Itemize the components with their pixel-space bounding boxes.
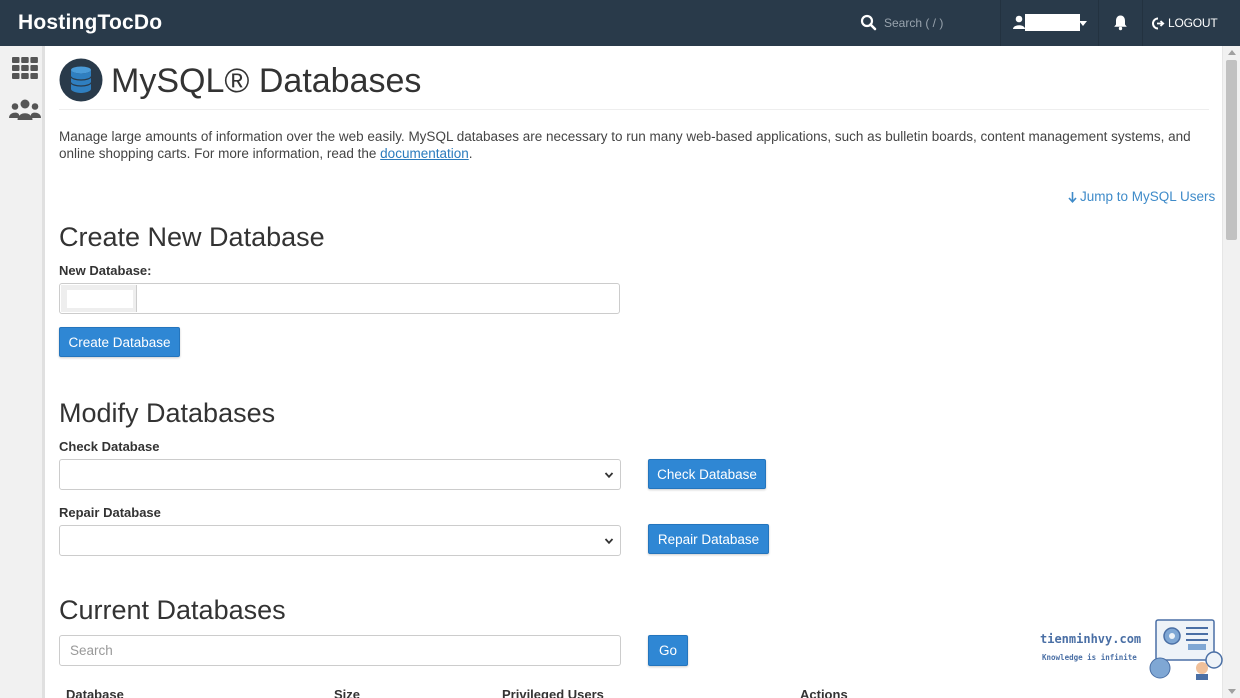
bell-icon[interactable] <box>1112 14 1129 31</box>
page-scrollbar[interactable] <box>1222 46 1240 698</box>
watermark-site: tienminhvy.com <box>1040 632 1142 646</box>
divider <box>1000 0 1001 46</box>
search-icon <box>860 14 877 31</box>
left-sidebar <box>0 46 45 698</box>
arrow-down-icon <box>1068 191 1077 203</box>
header-search-input[interactable] <box>884 13 994 33</box>
chevron-down-icon <box>604 472 614 479</box>
column-header-size[interactable]: Size <box>334 687 360 698</box>
scroll-down-icon[interactable] <box>1228 689 1236 694</box>
go-button[interactable]: Go <box>648 635 688 666</box>
create-database-button[interactable]: Create Database <box>59 327 180 357</box>
chevron-down-icon <box>1079 21 1087 26</box>
repair-database-label: Repair Database <box>59 505 161 520</box>
chevron-down-icon <box>604 538 614 545</box>
database-prefix <box>61 285 137 312</box>
header-search[interactable] <box>858 12 998 34</box>
logout-label: LOGOUT <box>1168 16 1218 30</box>
database-search-field[interactable] <box>59 635 621 666</box>
prefix-redacted <box>67 290 133 308</box>
scroll-thumb[interactable] <box>1226 60 1237 240</box>
users-group-icon[interactable] <box>9 98 41 122</box>
database-search-input[interactable] <box>70 643 620 658</box>
description-end: . <box>468 146 473 161</box>
apps-grid-icon[interactable] <box>12 57 38 79</box>
description-text: Manage large amounts of information over… <box>59 129 1191 161</box>
user-icon <box>1013 15 1025 29</box>
database-icon <box>59 58 103 102</box>
page-description: Manage large amounts of information over… <box>59 128 1209 162</box>
top-bar: HostingTocDo LOGOUT <box>0 0 1240 46</box>
check-database-select[interactable] <box>59 459 621 490</box>
user-name-redacted <box>1025 14 1080 31</box>
documentation-link[interactable]: documentation <box>380 146 469 161</box>
column-header-database[interactable]: Database <box>66 687 124 698</box>
repair-database-button[interactable]: Repair Database <box>648 524 769 554</box>
modify-databases-heading: Modify Databases <box>59 398 276 428</box>
user-menu[interactable] <box>1006 0 1098 46</box>
repair-database-select[interactable] <box>59 525 621 556</box>
scroll-up-icon[interactable] <box>1228 50 1236 55</box>
title-divider <box>59 109 1209 110</box>
column-header-privileged-users: Privileged Users <box>502 687 604 698</box>
divider <box>1098 0 1099 46</box>
new-database-label: New Database: <box>59 263 152 278</box>
new-database-input[interactable] <box>59 283 620 314</box>
watermark-logo-icon <box>1149 619 1223 680</box>
logout-icon <box>1152 17 1165 29</box>
jump-to-users-link[interactable]: Jump to MySQL Users <box>1068 189 1215 204</box>
check-database-label: Check Database <box>59 439 160 454</box>
logout-button[interactable]: LOGOUT <box>1152 15 1218 31</box>
current-databases-heading: Current Databases <box>59 595 286 625</box>
watermark-tagline: Knowledge is infinite <box>1042 653 1137 662</box>
jump-link-label: Jump to MySQL Users <box>1080 189 1216 204</box>
create-database-heading: Create New Database <box>59 222 325 252</box>
divider <box>1142 0 1143 46</box>
check-database-button[interactable]: Check Database <box>648 459 766 489</box>
brand-logo[interactable]: HostingTocDo <box>18 11 162 35</box>
page-title: MySQL® Databases <box>111 62 422 100</box>
column-header-actions: Actions <box>800 687 848 698</box>
